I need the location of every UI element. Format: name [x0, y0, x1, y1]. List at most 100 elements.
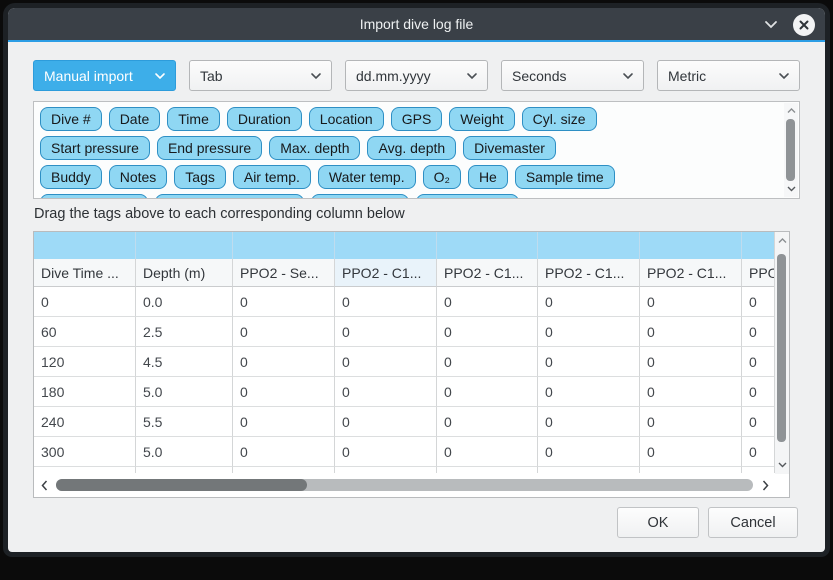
window-menu-chevron-down-icon[interactable]	[763, 20, 779, 30]
table-horizontal-scrollbar[interactable]	[34, 473, 775, 497]
scroll-down-icon[interactable]	[784, 183, 798, 195]
tag-row: Dive # Date Time Duration Location GPS W…	[40, 107, 779, 131]
tag-chip[interactable]: Dive #	[40, 107, 102, 131]
scroll-down-icon[interactable]	[775, 459, 789, 471]
units-select[interactable]: Metric	[657, 60, 800, 91]
chevron-down-icon	[778, 72, 790, 80]
table-cell: 0	[437, 317, 538, 347]
table-row: 240 5.5 0 0 0 0 0 0	[34, 407, 774, 437]
column-header: Depth (m)	[136, 259, 233, 287]
table-cell: 0	[233, 437, 335, 467]
tag-chip[interactable]: Sample pO₂	[311, 194, 408, 199]
table-cell: 0	[233, 317, 335, 347]
scrollbar-thumb[interactable]	[786, 119, 795, 181]
table-cell: 0	[640, 377, 742, 407]
tag-chip[interactable]: End pressure	[157, 136, 262, 160]
tag-chip[interactable]: Weight	[449, 107, 514, 131]
table-cell: 0	[538, 377, 640, 407]
table-cell: 0	[538, 437, 640, 467]
table-row: 120 4.5 0 0 0 0 0 0	[34, 347, 774, 377]
tag-chip[interactable]: O₂	[423, 165, 461, 189]
table-cell: 0	[640, 287, 742, 317]
tag-chip[interactable]: Max. depth	[269, 136, 360, 160]
tag-chip[interactable]: Water temp.	[318, 165, 416, 189]
drop-target-cell[interactable]	[742, 232, 774, 259]
tag-chip[interactable]: Duration	[227, 107, 302, 131]
tag-chip[interactable]: Date	[109, 107, 161, 131]
table-cell: 0	[233, 287, 335, 317]
tag-chip[interactable]: Cyl. size	[522, 107, 597, 131]
table-cell: 0	[335, 407, 437, 437]
tag-chip[interactable]: Location	[309, 107, 384, 131]
table-cell: 0	[437, 437, 538, 467]
tag-chip[interactable]: Start pressure	[40, 136, 150, 160]
scrollbar-thumb[interactable]	[777, 254, 786, 442]
table-cell: 0	[34, 287, 136, 317]
scroll-up-icon[interactable]	[784, 105, 798, 117]
tag-chip[interactable]: Sample time	[515, 165, 615, 189]
date-format-select[interactable]: dd.mm.yyyy	[345, 60, 488, 91]
table-cell: 0	[640, 317, 742, 347]
table-header-row: Dive Time ... Depth (m) PPO2 - Se... PPO…	[34, 259, 774, 287]
tag-chip[interactable]: Sample depth	[40, 194, 148, 199]
tag-chip[interactable]: Tags	[174, 165, 226, 189]
tag-chip[interactable]: Air temp.	[233, 165, 311, 189]
tag-chip[interactable]: Sample CNS	[416, 194, 519, 199]
drop-target-cell[interactable]	[437, 232, 538, 259]
table-vertical-scrollbar[interactable]	[774, 232, 789, 474]
scroll-right-icon[interactable]	[757, 473, 773, 497]
table-cell: 0	[335, 347, 437, 377]
scroll-left-icon[interactable]	[36, 473, 52, 497]
drop-target-cell[interactable]	[34, 232, 136, 259]
column-header: PPO2 - C1...	[538, 259, 640, 287]
tag-chip[interactable]: Notes	[109, 165, 168, 189]
close-icon	[799, 20, 809, 30]
close-button[interactable]	[793, 14, 815, 36]
tag-row-clipped: Sample depth Sample temperature Sample p…	[40, 194, 779, 199]
tag-chip[interactable]: GPS	[391, 107, 443, 131]
tag-chip[interactable]: Buddy	[40, 165, 102, 189]
chevron-down-icon	[466, 72, 478, 80]
drag-instruction-label: Drag the tags above to each correspondin…	[34, 206, 800, 222]
table-cell: 5.0	[136, 437, 233, 467]
table-cell: 0	[640, 437, 742, 467]
drop-target-cell[interactable]	[335, 232, 437, 259]
table-cell: 0	[437, 347, 538, 377]
ok-button[interactable]: OK	[617, 507, 699, 538]
table-cell: 0	[437, 377, 538, 407]
drop-target-cell[interactable]	[136, 232, 233, 259]
table-cell: 120	[34, 347, 136, 377]
table-cell: 180	[34, 377, 136, 407]
drop-target-cell[interactable]	[538, 232, 640, 259]
table-cell: 0	[742, 437, 774, 467]
import-mode-select[interactable]: Manual import	[33, 60, 176, 91]
scrollbar-track[interactable]	[56, 479, 753, 491]
table-cell: 0	[742, 287, 774, 317]
tag-chip[interactable]: Divemaster	[463, 136, 556, 160]
table-row: 180 5.0 0 0 0 0 0 0	[34, 377, 774, 407]
tags-vertical-scrollbar[interactable]	[784, 103, 798, 197]
table-cell: 5.0	[136, 377, 233, 407]
cancel-button[interactable]: Cancel	[708, 507, 798, 538]
chevron-down-icon	[310, 72, 322, 80]
tag-chip[interactable]: Time	[167, 107, 220, 131]
drop-target-cell[interactable]	[640, 232, 742, 259]
table-cell: 0	[538, 287, 640, 317]
drop-target-cell[interactable]	[233, 232, 335, 259]
duration-format-select[interactable]: Seconds	[501, 60, 644, 91]
table-cell: 0	[335, 317, 437, 347]
field-separator-select[interactable]: Tab	[189, 60, 332, 91]
tag-chip[interactable]: Sample temperature	[155, 194, 304, 199]
column-header: Dive Time ...	[34, 259, 136, 287]
tag-chip[interactable]: Avg. depth	[367, 136, 456, 160]
column-header: PPO2 - C1...	[437, 259, 538, 287]
table-cell: 0	[335, 287, 437, 317]
table-cell: 0	[437, 407, 538, 437]
import-preview-table: Dive Time ... Depth (m) PPO2 - Se... PPO…	[33, 231, 790, 498]
chevron-down-icon	[622, 72, 634, 80]
table-cell: 4.5	[136, 347, 233, 377]
column-header: PPO2 - Se...	[233, 259, 335, 287]
scroll-up-icon[interactable]	[775, 235, 789, 247]
scrollbar-thumb[interactable]	[56, 479, 307, 491]
tag-chip[interactable]: He	[468, 165, 508, 189]
